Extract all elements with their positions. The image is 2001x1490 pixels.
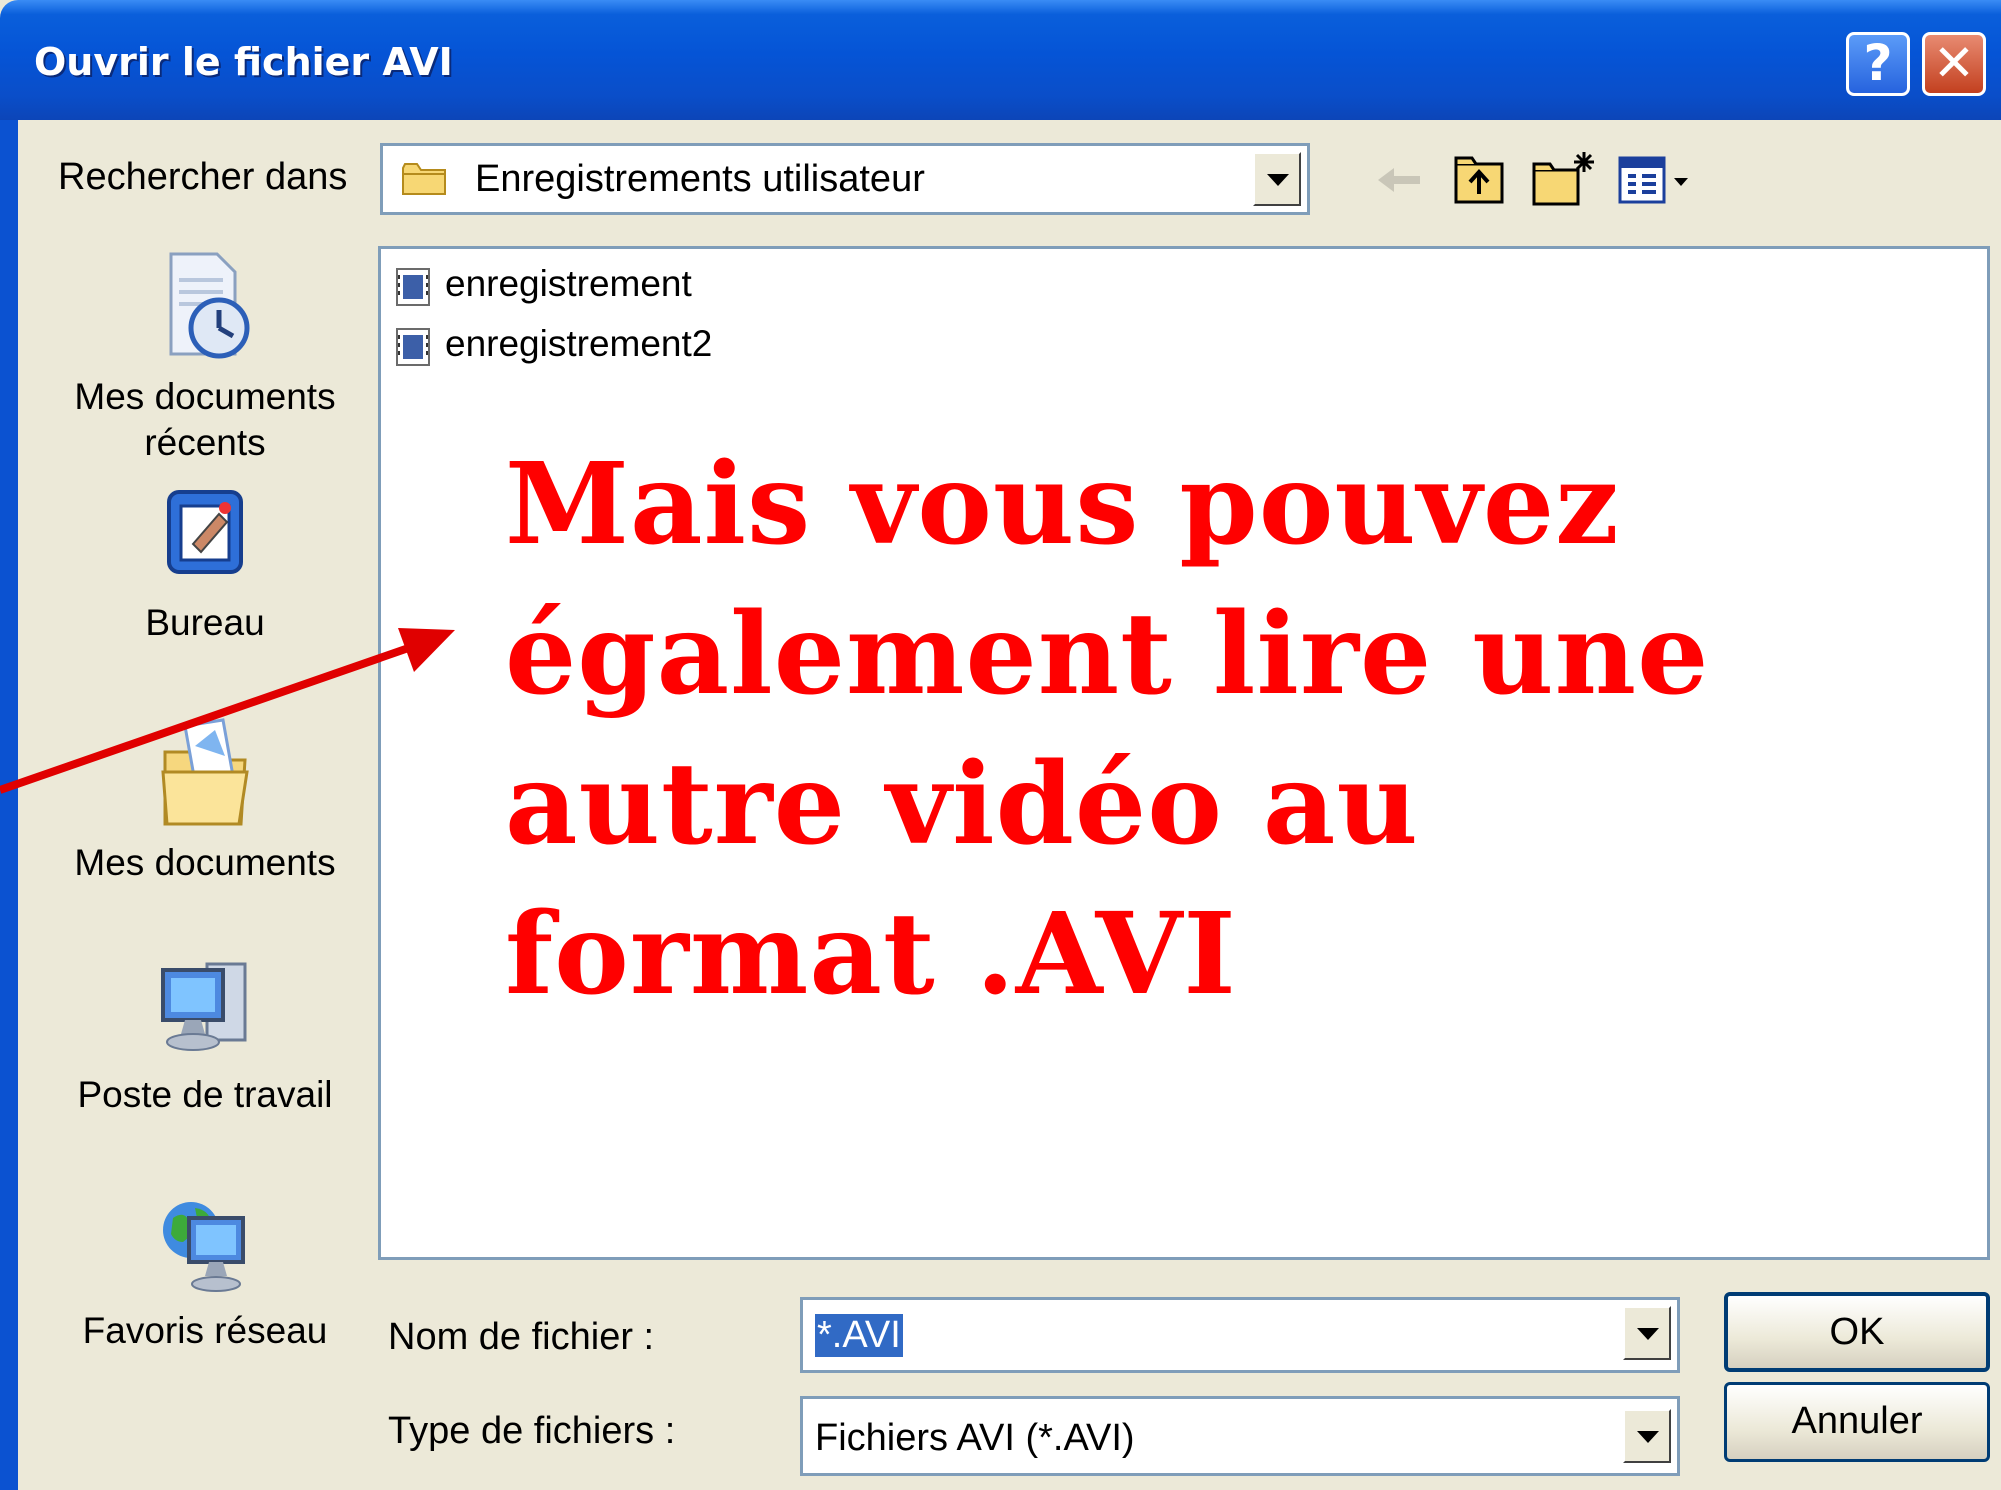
file-name: enregistrement	[445, 263, 692, 304]
back-icon[interactable]	[1370, 150, 1430, 210]
place-network[interactable]: Favoris réseau	[40, 1192, 370, 1354]
annotation-line: également lire une	[505, 589, 1710, 720]
file-type-label: Type de fichiers :	[388, 1410, 676, 1452]
file-type-value: Fichiers AVI (*.AVI)	[815, 1417, 1135, 1459]
video-file-icon	[396, 268, 430, 306]
places-bar: Mes documents récents Bureau Mes documen…	[40, 240, 370, 1490]
place-recent-documents[interactable]: Mes documents récents	[40, 250, 370, 466]
chevron-down-icon[interactable]	[1253, 152, 1301, 206]
place-label: Mes documents	[74, 842, 336, 883]
view-menu-icon[interactable]	[1616, 150, 1696, 210]
look-in-label: Rechercher dans	[58, 156, 348, 198]
place-my-computer[interactable]: Poste de travail	[40, 956, 370, 1118]
look-in-dropdown[interactable]: Enregistrements utilisateur	[380, 143, 1310, 215]
new-folder-icon[interactable]	[1530, 150, 1600, 210]
cancel-button[interactable]: Annuler	[1724, 1382, 1990, 1462]
help-button[interactable]: ?	[1846, 32, 1910, 96]
my-computer-icon	[161, 962, 247, 1051]
file-name: enregistrement2	[445, 323, 713, 364]
file-name-value[interactable]: *.AVI	[815, 1314, 903, 1357]
place-label: Poste de travail	[77, 1074, 333, 1115]
place-label: Favoris réseau	[82, 1310, 328, 1351]
network-places-icon	[163, 1202, 245, 1292]
ok-button[interactable]: OK	[1724, 1292, 1990, 1372]
place-label: Mes documents récents	[74, 376, 336, 463]
video-file-icon	[396, 328, 430, 366]
desktop-icon	[167, 490, 243, 574]
open-file-dialog: Ouvrir le fichier AVI ? ✕ Rechercher dan…	[0, 0, 2001, 1490]
annotation-line: autre vidéo au	[505, 739, 1419, 870]
close-button[interactable]: ✕	[1922, 32, 1986, 96]
recent-documents-icon	[169, 252, 250, 359]
title-bar: Ouvrir le fichier AVI ? ✕	[0, 0, 2001, 120]
file-name-label: Nom de fichier :	[388, 1316, 655, 1358]
file-type-dropdown[interactable]: Fichiers AVI (*.AVI)	[800, 1396, 1680, 1476]
annotation-text: Mais vous pouvez également lire une autr…	[505, 430, 1805, 1030]
chevron-down-icon[interactable]	[1623, 1409, 1671, 1463]
look-in-value: Enregistrements utilisateur	[475, 158, 925, 200]
file-name-field[interactable]: *.AVI	[800, 1297, 1680, 1373]
up-folder-icon[interactable]	[1450, 150, 1510, 210]
chevron-down-icon[interactable]	[1623, 1306, 1671, 1360]
annotation-line: format .AVI	[505, 889, 1237, 1020]
dialog-title: Ouvrir le fichier AVI	[34, 40, 453, 84]
folder-icon	[402, 163, 446, 195]
annotation-arrow-icon	[0, 628, 455, 794]
annotation-line: Mais vous pouvez	[505, 439, 1620, 570]
